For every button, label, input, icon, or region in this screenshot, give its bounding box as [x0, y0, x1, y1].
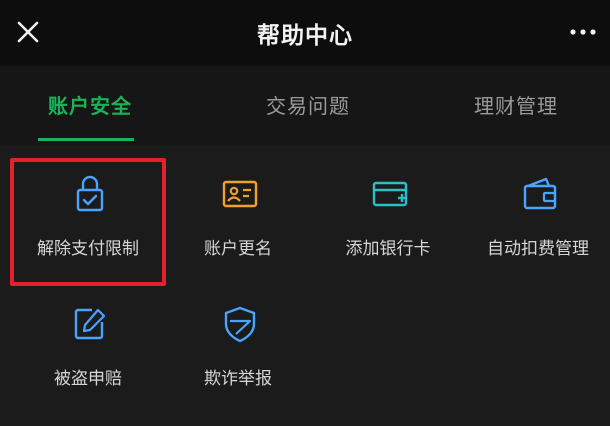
- item-unlock-payment-limit[interactable]: 解除支付限制: [12, 146, 164, 276]
- item-label: 自动扣费管理: [487, 239, 589, 259]
- shield-icon: [224, 306, 256, 343]
- top-bar: 帮助中心: [0, 0, 610, 66]
- item-label: 解除支付限制: [37, 239, 139, 259]
- item-label: 被盗申赔: [54, 369, 122, 389]
- tab-account-security[interactable]: 账户安全: [48, 90, 132, 119]
- help-items-grid: 解除支付限制 账户更名 添加银行卡 自动扣费管理 被盗申赔 欺诈举报: [0, 146, 610, 426]
- tab-bar: 账户安全 交易问题 理财管理: [0, 66, 610, 146]
- page-title: 帮助中心: [257, 23, 353, 49]
- edit-icon: [74, 308, 106, 340]
- item-add-bank-card[interactable]: 添加银行卡: [312, 146, 464, 276]
- id-card-icon: [222, 180, 258, 208]
- lock-icon: [76, 175, 104, 212]
- wallet-icon: [523, 177, 557, 210]
- item-fraud-report[interactable]: 欺诈举报: [162, 276, 314, 406]
- item-label: 账户更名: [204, 239, 272, 259]
- item-theft-claim[interactable]: 被盗申赔: [12, 276, 164, 406]
- item-label: 添加银行卡: [345, 239, 431, 259]
- bank-card-icon: [372, 181, 408, 207]
- item-rename-account[interactable]: 账户更名: [162, 146, 314, 276]
- tab-transaction-issues[interactable]: 交易问题: [266, 90, 350, 119]
- active-tab-indicator: [38, 138, 134, 141]
- more-icon[interactable]: [566, 18, 600, 46]
- item-label: 欺诈举报: [204, 369, 272, 389]
- tab-wealth-management[interactable]: 理财管理: [474, 90, 558, 119]
- item-auto-deduction-management[interactable]: 自动扣费管理: [462, 146, 610, 276]
